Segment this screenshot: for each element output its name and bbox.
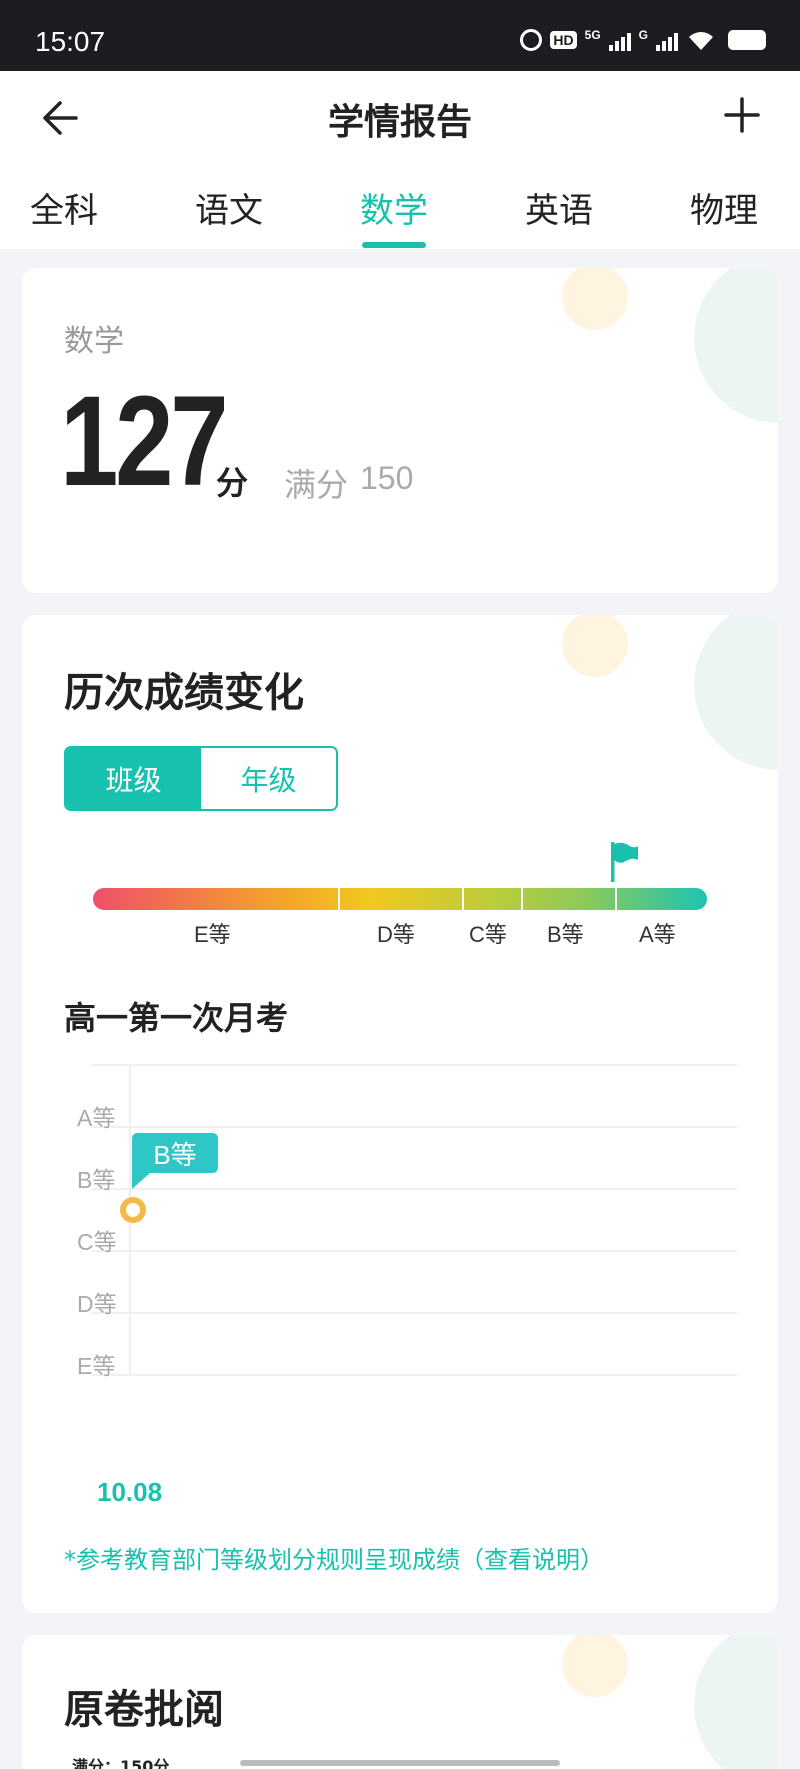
score-value: 127: [60, 370, 229, 513]
y-tick-label: D等: [77, 1291, 117, 1317]
decor-circle: [694, 1635, 778, 1769]
grade-label-d: D等: [377, 922, 415, 947]
network-label-g: G: [638, 28, 648, 42]
home-indicator[interactable]: [240, 1760, 560, 1766]
tab-math[interactable]: 数学: [360, 183, 428, 232]
subject-tabs: 全科 语文 数学 英语 物理: [0, 165, 800, 249]
network-label-5g: 5G: [584, 28, 601, 42]
full-score-value: 150: [360, 460, 414, 496]
wifi-icon: [689, 32, 713, 50]
plus-icon[interactable]: [722, 95, 762, 135]
data-point[interactable]: [120, 1197, 146, 1223]
grade-separator: [615, 888, 617, 910]
signal-icon-2: [656, 29, 678, 51]
score-unit: 分: [216, 464, 249, 502]
full-score-label: 满分: [284, 466, 349, 504]
original-paper-card: 原卷批阅 满分：150分: [22, 1635, 778, 1769]
page-title: 学情报告: [327, 102, 472, 143]
grading-footnote[interactable]: *参考教育部门等级划分规则呈现成绩（查看说明）: [64, 1540, 604, 1575]
tab-indicator: [362, 242, 426, 248]
tab-all[interactable]: 全科: [30, 183, 98, 232]
x-tick-label: 10.08: [97, 1477, 163, 1507]
grade-label-a: A等: [639, 922, 676, 947]
tab-english[interactable]: 英语: [525, 183, 593, 232]
y-tick-label: A等: [77, 1105, 116, 1131]
trend-title: 历次成绩变化: [64, 670, 304, 716]
grade-separator: [521, 888, 523, 910]
y-tick-label: C等: [77, 1229, 117, 1255]
class-button[interactable]: 班级: [66, 748, 201, 809]
battery-icon: [728, 30, 766, 50]
grade-separator: [338, 888, 340, 910]
subject-label: 数学: [64, 324, 124, 359]
decor-circle: [694, 268, 778, 423]
status-icons: HD 5G G: [520, 28, 766, 52]
grade-scale-bar: [93, 888, 707, 910]
scope-toggle: 班级 年级: [64, 746, 338, 811]
alarm-icon: [520, 29, 543, 51]
grade-label-b: B等: [547, 922, 584, 947]
original-title: 原卷批阅: [64, 1687, 224, 1733]
paper-thumbnail-text[interactable]: 满分：150分: [72, 1753, 169, 1769]
grade-label-e: E等: [194, 922, 231, 947]
y-tick-label: B等: [77, 1167, 116, 1193]
decor-circle: [562, 1635, 628, 1697]
grade-label-c: C等: [469, 922, 507, 947]
status-bar: 15:07 HD 5G G: [0, 0, 800, 71]
hd-icon: HD: [550, 31, 577, 49]
y-tick-label: E等: [77, 1353, 116, 1379]
decor-circle: [562, 615, 628, 677]
flag-icon: [611, 842, 638, 882]
signal-icon: [608, 29, 631, 51]
score-card: 数学 127 分 满分 150: [22, 268, 778, 593]
tab-physics[interactable]: 物理: [690, 183, 758, 232]
exam-title: 高一第一次月考: [64, 999, 289, 1037]
trend-card: 历次成绩变化 班级 年级 E等 D等 C等 B等 A等 高一第一次月考 A等 B…: [22, 615, 778, 1613]
tab-chinese[interactable]: 语文: [195, 183, 263, 232]
decor-circle: [694, 615, 778, 770]
decor-circle: [562, 268, 628, 330]
status-time: 15:07: [35, 26, 106, 57]
grade-button[interactable]: 年级: [201, 748, 336, 809]
data-label: B等: [153, 1140, 197, 1170]
nav-bar: 学情报告: [0, 71, 800, 165]
grade-separator: [462, 888, 464, 910]
